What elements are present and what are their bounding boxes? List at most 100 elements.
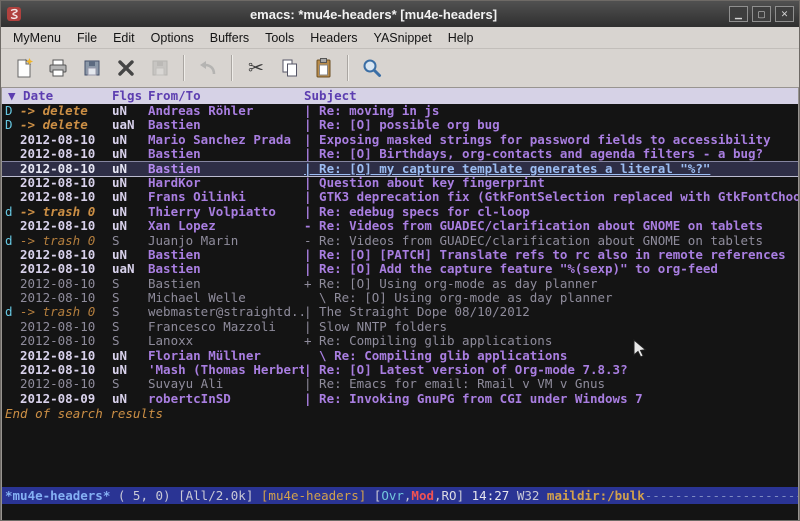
message-row[interactable]: 2012-08-10uNFrans Oilinki| GTK3 deprecat… [2,190,798,204]
menu-item-help[interactable]: Help [440,29,482,47]
message-row[interactable]: 2012-08-10uNXan Lopez- Re: Videos from G… [2,219,798,233]
titlebar[interactable]: emacs: *mu4e-headers* [mu4e-headers] ▁ ▢… [1,1,799,27]
message-row[interactable]: 2012-08-10uNFlorian Müllner \ Re: Compil… [2,349,798,363]
flags-cell: uN [112,147,148,161]
flags-cell: S [112,305,148,319]
message-row[interactable]: 2012-08-10uNBastien| Re: [O] [PATCH] Tra… [2,248,798,262]
emacs-window: emacs: *mu4e-headers* [mu4e-headers] ▁ ▢… [0,0,800,521]
message-row[interactable]: 2012-08-10uN'Mash (Thomas Herbert)| Re: … [2,363,798,377]
from-cell: Michael Welle [148,291,304,305]
message-row[interactable]: 2012-08-10SFrancesco Mazzoli| Slow NNTP … [2,320,798,334]
menu-item-edit[interactable]: Edit [105,29,143,47]
message-row[interactable]: D-> deleteuaNBastien| Re: [O] possible o… [2,118,798,132]
from-cell: Florian Müllner [148,349,304,363]
subject-cell: | Re: [O] my capture template generates … [304,162,798,176]
date-cell: 2012-08-10 [20,363,112,377]
mark-cell: d [2,305,20,319]
date-cell: -> delete [20,118,112,132]
save-button[interactable] [76,52,108,84]
subject-cell: - Re: Videos from GUADEC/clarification a… [304,234,798,248]
message-row[interactable]: 2012-08-10uaNBastien| Re: [O] Add the ca… [2,262,798,276]
header-line: ▼ Date Flgs From/To Subject [2,88,798,104]
from-cell: Juanjo Marin [148,234,304,248]
paste-button[interactable] [308,52,340,84]
from-cell: robertcInSD [148,392,304,406]
maximize-button[interactable]: ▢ [752,6,771,22]
close-x-icon [115,57,137,79]
modeline-segment-plain: ( 5, 0) [110,487,178,504]
subject-cell: + Re: [O] Using org-mode as day planner [304,277,798,291]
date-cell: -> delete [20,104,112,118]
menu-item-buffers[interactable]: Buffers [202,29,257,47]
save-as-button-disabled[interactable] [144,52,176,84]
menu-item-file[interactable]: File [69,29,105,47]
subject-cell: | Re: [O] [PATCH] Translate refs to rc a… [304,248,798,262]
mark-cell [2,349,20,363]
flags-cell: uaN [112,262,148,276]
modeline-segment-mod: Mod [411,487,434,504]
toolbar: ✂ [1,49,799,88]
date-cell: 2012-08-10 [20,277,112,291]
kill-buffer-button[interactable] [110,52,142,84]
flags-cell: uN [112,248,148,262]
message-row[interactable]: d-> trash 0Swebmaster@straightd...| The … [2,305,798,319]
copy-button[interactable] [274,52,306,84]
subject-cell: | Question about key fingerprint [304,176,798,190]
menu-item-headers[interactable]: Headers [302,29,365,47]
message-row[interactable]: D-> deleteuNAndreas Röhler| Re: moving i… [2,104,798,118]
undo-button-disabled[interactable] [192,52,224,84]
mark-cell: d [2,234,20,248]
flags-cell: S [112,291,148,305]
from-cell: Andreas Röhler [148,104,304,118]
toolbar-separator [347,55,349,81]
menu-item-mymenu[interactable]: MyMenu [5,29,69,47]
close-button[interactable]: ✕ [775,6,794,22]
flags-cell: S [112,234,148,248]
message-row[interactable]: 2012-08-10SLanoxx+ Re: Compiling glib ap… [2,334,798,348]
search-button[interactable] [356,52,388,84]
column-header-flags[interactable]: Flgs [112,88,148,104]
menu-item-tools[interactable]: Tools [257,29,302,47]
modeline[interactable]: *mu4e-headers* ( 5, 0) [All/2.0k] [mu4e-… [2,487,798,504]
from-cell: Bastien [148,248,304,262]
date-cell: 2012-08-10 [20,349,112,363]
subject-cell: | Exposing masked strings for password f… [304,133,798,147]
from-cell: Mario Sanchez Prada [148,133,304,147]
from-cell: Francesco Mazzoli [148,320,304,334]
subject-cell: | Slow NNTP folders [304,320,798,334]
print-button[interactable] [42,52,74,84]
column-header-date[interactable]: ▼ Date [2,88,112,104]
search-icon [361,57,383,79]
from-cell: HardKor [148,176,304,190]
flags-cell: S [112,377,148,391]
message-row[interactable]: 2012-08-10uNMario Sanchez Prada| Exposin… [2,133,798,147]
message-row[interactable]: 2012-08-10SMichael Welle \ Re: [O] Using… [2,291,798,305]
new-file-button[interactable] [8,52,40,84]
subject-cell: | Re: Emacs for email: Rmail v VM v Gnus [304,377,798,391]
message-row[interactable]: 2012-08-10uNBastien| Re: [O] my capture … [2,162,798,176]
subject-cell: | Re: edebug specs for cl-loop [304,205,798,219]
minimize-button[interactable]: ▁ [729,6,748,22]
from-cell: Thierry Volpiatto [148,205,304,219]
from-cell: Xan Lopez [148,219,304,233]
from-cell: Bastien [148,162,304,176]
cut-button[interactable]: ✂ [240,52,272,84]
message-row[interactable]: d-> trash 0SJuanjo Marin- Re: Videos fro… [2,234,798,248]
modeline-segment-buffer-name: *mu4e-headers* [5,487,110,504]
modeline-segment-plain: , [434,487,442,504]
message-row[interactable]: 2012-08-10uNBastien| Re: [O] Birthdays, … [2,147,798,161]
message-row[interactable]: 2012-08-09uNrobertcInSD| Re: Invoking Gn… [2,392,798,406]
flags-cell: uN [112,205,148,219]
menu-item-yasnippet[interactable]: YASnippet [366,29,440,47]
message-row[interactable]: 2012-08-10SBastien+ Re: [O] Using org-mo… [2,277,798,291]
column-header-from[interactable]: From/To [148,88,304,104]
menu-item-options[interactable]: Options [143,29,202,47]
flags-cell: S [112,320,148,334]
message-row[interactable]: 2012-08-10SSuvayu Ali| Re: Emacs for ema… [2,377,798,391]
message-row[interactable]: d-> trash 0uNThierry Volpiatto| Re: edeb… [2,205,798,219]
column-header-subject[interactable]: Subject [304,88,798,104]
message-row[interactable]: 2012-08-10uNHardKor| Question about key … [2,176,798,190]
echo-area[interactable] [2,504,798,520]
subject-cell: | The Straight Dope 08/10/2012 [304,305,798,319]
mark-cell [2,219,20,233]
